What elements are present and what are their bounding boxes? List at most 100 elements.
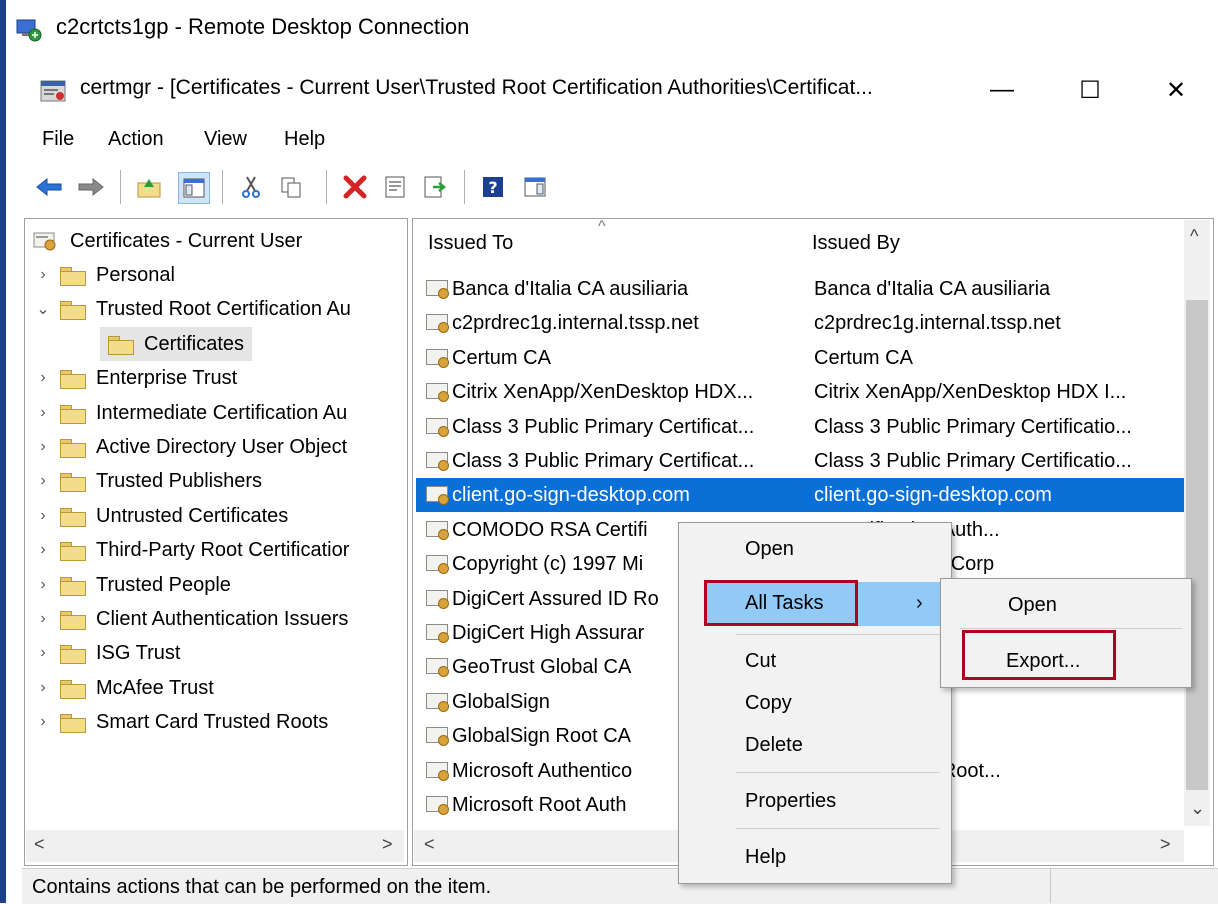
issued-to-cell: Banca d'Italia CA ausiliaria <box>452 277 689 300</box>
tree-scroll-right-arrow-icon[interactable]: > <box>382 834 393 855</box>
context-menu-copy[interactable]: Copy <box>745 692 792 715</box>
folder-icon <box>60 368 86 389</box>
certificate-row[interactable]: Citrix XenApp/XenDesktop HDX... Citrix Xe… <box>416 375 1184 409</box>
context-menu-open[interactable]: Open <box>745 538 794 561</box>
issued-to-cell: Citrix XenApp/XenDesktop HDX... <box>452 380 754 403</box>
certificate-icon <box>426 314 449 333</box>
expand-chevron-right-icon[interactable]: › <box>34 438 52 456</box>
folder-icon <box>60 299 86 320</box>
submenu-open[interactable]: Open <box>1008 594 1057 617</box>
close-button[interactable]: ✕ <box>1140 64 1212 116</box>
list-vertical-scroll-thumb[interactable] <box>1186 300 1208 790</box>
certificate-row[interactable]: c2prdrec1g.internal.tssp.net c2prdrec1g.i… <box>416 306 1184 340</box>
context-menu-properties[interactable]: Properties <box>745 790 836 813</box>
tree-item[interactable]: › Personal <box>34 258 175 292</box>
certificate-row[interactable]: Class 3 Public Primary Certificat... Clas… <box>416 410 1184 444</box>
tree-item-label: Personal <box>96 263 175 286</box>
tree-item-label: McAfee Trust <box>96 676 214 699</box>
certificate-row[interactable]: Certum CA Certum CA <box>416 341 1184 375</box>
expand-chevron-right-icon[interactable]: › <box>34 541 52 559</box>
issued-to-cell: Certum CA <box>452 346 551 369</box>
menu-separator <box>736 772 940 773</box>
expand-chevron-right-icon[interactable]: › <box>34 369 52 387</box>
certificate-icon <box>426 383 449 402</box>
tree-item-label: Enterprise Trust <box>96 366 238 389</box>
expand-chevron-right-icon[interactable]: › <box>34 644 52 662</box>
expand-chevron-right-icon[interactable]: › <box>34 679 52 697</box>
help-icon[interactable]: ? <box>478 172 508 202</box>
tree-item[interactable]: › Smart Card Trusted Roots <box>34 705 328 739</box>
tree-item[interactable]: › McAfee Trust <box>34 671 214 705</box>
tree-item-label: Third-Party Root Certificatior <box>96 538 350 561</box>
column-header-issued-by[interactable]: Issued By <box>812 232 900 255</box>
forward-arrow-icon[interactable] <box>76 172 106 202</box>
tree-item[interactable]: › Trusted Publishers <box>34 464 262 498</box>
expand-chevron-right-icon[interactable]: › <box>34 713 52 731</box>
tree-item[interactable]: › Third-Party Root Certificatior <box>34 533 349 567</box>
properties-icon[interactable] <box>380 172 410 202</box>
certificate-row[interactable]: client.go-sign-desktop.com client.go-sign… <box>416 478 1184 512</box>
certificate-icon <box>426 658 449 677</box>
tree-item[interactable]: › Active Directory User Object <box>34 430 347 464</box>
export-list-icon[interactable] <box>420 172 450 202</box>
back-arrow-icon[interactable] <box>34 172 64 202</box>
tree-item[interactable]: › Intermediate Certification Au <box>34 396 347 430</box>
up-folder-icon[interactable] <box>134 172 164 202</box>
copy-icon[interactable] <box>276 172 306 202</box>
tree-item[interactable]: › ISG Trust <box>34 636 180 670</box>
menu-action[interactable]: Action <box>108 128 164 151</box>
tree-item[interactable]: › Client Authentication Issuers <box>34 602 348 636</box>
certmgr-app-icon <box>40 80 66 102</box>
maximize-button[interactable]: ☐ <box>1054 64 1126 116</box>
certificate-row[interactable]: Class 3 Public Primary Certificat... Clas… <box>416 444 1184 478</box>
issued-by-cell: Banca d'Italia CA ausiliaria <box>814 277 1051 300</box>
certificate-icon <box>426 693 449 712</box>
expand-chevron-right-icon[interactable]: › <box>34 507 52 525</box>
context-menu-cut[interactable]: Cut <box>745 650 776 673</box>
tree-item[interactable]: › Enterprise Trust <box>34 361 237 395</box>
tree-horizontal-scrollbar[interactable] <box>26 830 404 862</box>
tree-item[interactable]: Certificates <box>100 327 253 361</box>
tree-item[interactable]: ⌄ Trusted Root Certification Au <box>34 292 351 326</box>
list-scroll-right-arrow-icon[interactable]: > <box>1160 834 1171 855</box>
tree-item[interactable]: › Untrusted Certificates <box>34 499 288 533</box>
tree-item-label: ISG Trust <box>96 641 181 664</box>
folder-icon <box>60 609 86 630</box>
expand-chevron-right-icon[interactable]: › <box>34 576 52 594</box>
folder-icon <box>108 334 134 355</box>
context-menu-help[interactable]: Help <box>745 846 786 869</box>
menu-separator <box>960 628 1182 629</box>
list-scroll-left-arrow-icon[interactable]: < <box>424 834 435 855</box>
column-header-issued-to[interactable]: Issued To <box>428 232 513 255</box>
folder-icon <box>60 540 86 561</box>
certificate-icon <box>426 280 449 299</box>
remote-desktop-title: c2crtcts1gp - Remote Desktop Connection <box>56 14 470 39</box>
svg-text:?: ? <box>488 178 497 197</box>
scroll-down-arrow-icon[interactable]: ⌄ <box>1190 798 1205 819</box>
menu-file[interactable]: File <box>42 128 74 151</box>
show-hide-tree-icon[interactable] <box>178 172 210 204</box>
expand-chevron-right-icon[interactable]: › <box>34 610 52 628</box>
menu-help[interactable]: Help <box>284 128 325 151</box>
tree-item-label: Active Directory User Object <box>96 435 348 458</box>
all-tasks-callout-box <box>704 580 858 626</box>
status-text: Contains actions that can be performed o… <box>32 876 492 898</box>
minimize-button[interactable]: — <box>966 64 1038 116</box>
certificate-row[interactable]: Banca d'Italia CA ausiliaria Banca d'Ital… <box>416 272 1184 306</box>
tree-scroll-left-arrow-icon[interactable]: < <box>34 834 45 855</box>
delete-icon[interactable] <box>340 172 370 202</box>
toolbar-separator <box>326 170 327 204</box>
menu-view[interactable]: View <box>204 128 247 151</box>
tree-root[interactable]: Certificates - Current User <box>32 224 302 258</box>
expand-chevron-down-icon[interactable]: ⌄ <box>34 299 52 319</box>
expand-chevron-right-icon[interactable]: › <box>34 404 52 422</box>
cut-icon[interactable] <box>236 172 266 202</box>
context-menu-delete[interactable]: Delete <box>745 734 803 757</box>
tree-item[interactable]: › Trusted People <box>34 568 231 602</box>
scroll-up-arrow-icon[interactable]: ^ <box>1190 226 1198 247</box>
toolbar-separator <box>120 170 121 204</box>
action-pane-icon[interactable] <box>520 172 550 202</box>
toolbar-separator <box>222 170 223 204</box>
expand-chevron-right-icon[interactable]: › <box>34 472 52 490</box>
expand-chevron-right-icon[interactable]: › <box>34 266 52 284</box>
